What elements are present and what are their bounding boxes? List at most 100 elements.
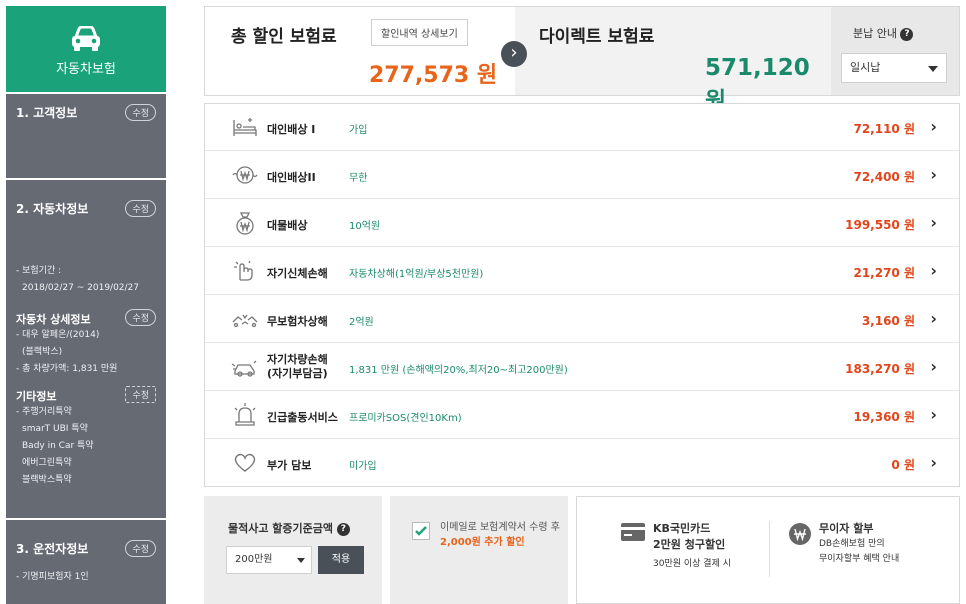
crash-icon: [231, 306, 259, 332]
help-icon[interactable]: ?: [336, 522, 350, 536]
coverage-row[interactable]: 긴급출동서비스 프로미카SOS(견인10Km) 19,360 원 ›: [205, 392, 959, 439]
coverage-amount: 0 원: [891, 458, 915, 472]
won-wave-icon: [231, 162, 259, 188]
coverage-value: 미가입: [349, 461, 377, 472]
coverage-name: 자기차량손해 (자기부담금): [267, 353, 328, 381]
coverage-name-line1: 자기차량손해: [267, 353, 328, 366]
car-detail-edit-button[interactable]: 수정: [125, 309, 156, 326]
coverage-value: 가입: [349, 125, 368, 136]
chevron-right-icon: ›: [930, 213, 937, 232]
installment-selected: 일시납: [850, 61, 881, 74]
coverage-amount: 199,550 원: [845, 218, 915, 232]
coverage-amount: 72,110 원: [853, 122, 915, 136]
email-discount-highlight: 2,000원 추가 할인: [440, 537, 525, 548]
total-discount-panel: 총 할인 보험료 할인내역 상세보기 277,573 원: [205, 7, 515, 95]
check-icon: [415, 526, 427, 536]
money-bag-icon: [231, 210, 259, 236]
car-damage-icon: [231, 354, 259, 380]
sidebar: 자동차보험 1. 고객정보 수정 2. 자동차정보 수정 - 보험기간 : 20…: [6, 6, 166, 604]
help-icon[interactable]: ?: [900, 27, 914, 41]
chevron-right-icon: ›: [930, 165, 937, 184]
product-label: 자동차보험: [56, 62, 116, 77]
premium-header: 총 할인 보험료 할인내역 상세보기 277,573 원 › 다이렉트 보험료 …: [204, 6, 960, 114]
car-model: - 대우 알페온/(2014): [16, 330, 100, 340]
other-info-edit-button[interactable]: 수정: [125, 386, 156, 403]
payment-benefits-panel: KB국민카드 2만원 청구할인 30만원 이상 결제 시 무이자 할부 DB손해…: [576, 496, 960, 604]
coverage-row[interactable]: 대인배상 I 가입 72,110 원 ›: [205, 104, 959, 151]
coverage-list: 대인배상 I 가입 72,110 원 › 대인배상II 무한 72,400 원 …: [204, 103, 960, 487]
kb-card-title-1: KB국민카드: [653, 522, 711, 535]
installment-panel: 분납 안내 ? 일시납: [831, 7, 959, 95]
customer-edit-button[interactable]: 수정: [125, 104, 156, 121]
kb-card-desc: 30만원 이상 결제 시: [653, 559, 731, 569]
email-discount-panel: 이메일로 보험계약서 수령 후 2,000원 추가 할인: [390, 496, 568, 604]
coverage-name-line2: (자기부담금): [267, 367, 328, 380]
other-info-item: 에버그린특약: [22, 458, 72, 468]
coverage-name: 대인배상 I: [267, 123, 316, 136]
coverage-row[interactable]: 대물배상 10억원 199,550 원 ›: [205, 200, 959, 247]
period-value: 2018/02/27 ~ 2019/02/27: [22, 283, 140, 293]
caret-down-icon: [297, 558, 305, 563]
property-threshold-panel: 물적사고 할증기준금액 ? 200만원 적용: [204, 496, 382, 604]
period-label: - 보험기간 :: [16, 266, 62, 276]
coverage-value: 10억원: [349, 221, 381, 232]
coverage-name: 대물배상: [267, 219, 308, 232]
total-discount-title: 총 할인 보험료: [231, 27, 337, 47]
coverage-row[interactable]: 자기신체손해 자동차상해(1억원/부상5천만원) 21,270 원 ›: [205, 248, 959, 295]
installment-label: 분납 안내: [853, 27, 897, 40]
coverage-row[interactable]: 대인배상II 무한 72,400 원 ›: [205, 152, 959, 199]
coverage-row[interactable]: 자기차량손해 (자기부담금) 1,831 만원 (손해액의20%,최저20~최고…: [205, 344, 959, 391]
direct-premium-title: 다이렉트 보험료: [539, 27, 655, 47]
siren-icon: [231, 402, 259, 428]
chevron-right-icon: ›: [930, 309, 937, 328]
kb-card-benefit[interactable]: KB국민카드 2만원 청구할인 30만원 이상 결제 시: [621, 521, 731, 572]
customer-section: 1. 고객정보 수정: [6, 92, 166, 178]
installment-label-wrap: 분납 안내 ?: [853, 25, 914, 41]
coverage-value: 1,831 만원 (손해액의20%,최저20~최고200만원): [349, 365, 568, 376]
coverage-name: 무보험차상해: [267, 315, 328, 328]
chevron-right-icon: ›: [930, 117, 937, 136]
chevron-right-icon: ›: [930, 261, 937, 280]
email-discount-text: 이메일로 보험계약서 수령 후 2,000원 추가 할인: [440, 520, 560, 550]
no-interest-benefit[interactable]: 무이자 할부 DB손해보험 만의 무이자할부 혜택 안내: [789, 521, 899, 567]
driver-edit-button[interactable]: 수정: [125, 540, 156, 557]
coverage-name: 부가 담보: [267, 459, 312, 472]
coverage-value: 프로미카SOS(견인10Km): [349, 413, 462, 424]
other-info-item: - 주행거리특약: [16, 407, 72, 417]
chevron-right-icon: ›: [930, 453, 937, 472]
won-coin-icon: [789, 523, 811, 549]
coverage-value: 2억원: [349, 317, 374, 328]
discount-detail-button[interactable]: 할인내역 상세보기: [371, 19, 468, 46]
coverage-amount: 19,360 원: [853, 410, 915, 424]
coverage-name: 대인배상II: [267, 171, 316, 184]
car-icon: [6, 6, 166, 58]
total-discount-amount: 277,573 원: [369, 63, 498, 88]
coverage-row[interactable]: 부가 담보 미가입 0 원 ›: [205, 440, 959, 487]
no-interest-title: 무이자 할부: [819, 522, 874, 535]
chevron-right-icon: ›: [930, 357, 937, 376]
coverage-value: 자동차상해(1억원/부상5천만원): [349, 269, 484, 280]
heart-icon: [231, 450, 259, 476]
product-tab[interactable]: 자동차보험: [6, 6, 166, 92]
installment-select[interactable]: 일시납: [841, 53, 947, 83]
credit-card-icon: [621, 523, 645, 545]
bed-icon: [231, 114, 259, 140]
caret-down-icon: [928, 66, 938, 72]
kb-card-title-2: 2만원 청구할인: [653, 538, 726, 551]
property-threshold-title-wrap: 물적사고 할증기준금액 ?: [228, 520, 350, 536]
arrow-right-icon[interactable]: ›: [501, 41, 527, 67]
email-discount-checkbox[interactable]: [412, 522, 430, 540]
property-threshold-selected: 200만원: [235, 554, 273, 565]
apply-button[interactable]: 적용: [318, 546, 364, 574]
divider: [769, 521, 770, 577]
property-threshold-title: 물적사고 할증기준금액: [228, 522, 334, 535]
property-threshold-select[interactable]: 200만원: [226, 546, 312, 574]
car-edit-button[interactable]: 수정: [125, 200, 156, 217]
no-interest-desc-2: 무이자할부 혜택 안내: [819, 554, 900, 564]
coverage-name: 긴급출동서비스: [267, 411, 338, 424]
chevron-right-icon: ›: [930, 405, 937, 424]
coverage-row[interactable]: 무보험차상해 2억원 3,160 원 ›: [205, 296, 959, 343]
car-price: - 총 차량가액: 1,831 만원: [16, 364, 118, 374]
coverage-amount: 183,270 원: [845, 362, 915, 376]
hand-icon: [231, 258, 259, 284]
